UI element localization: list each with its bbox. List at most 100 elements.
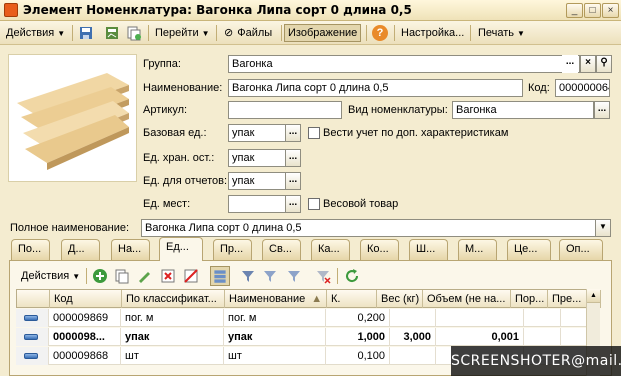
kind-label: Вид номенклатуры:	[348, 104, 448, 116]
column-header-weight[interactable]: Вес (кг)	[377, 290, 423, 308]
tab-6[interactable]: Св...	[262, 239, 301, 260]
copy-icon[interactable]	[126, 25, 142, 41]
tab-2[interactable]: Д...	[61, 239, 100, 260]
kind-select-button[interactable]: ...	[594, 101, 610, 119]
group-label: Группа:	[143, 58, 181, 70]
toolbar: Действия ▼ Перейти ▼ ⊘ Файлы Изображение ? …	[0, 21, 621, 45]
copy-row-icon[interactable]	[114, 268, 130, 284]
cell-order	[524, 328, 561, 346]
tab-units-active[interactable]: Ед...	[159, 237, 203, 261]
cell-name: пог. м	[224, 309, 326, 327]
report-unit-field[interactable]: упак	[228, 172, 286, 190]
column-header-name[interactable]: Наименование ▲	[225, 290, 327, 308]
tab-1[interactable]: По...	[11, 239, 50, 260]
places-unit-field[interactable]	[228, 195, 286, 213]
edit-icon[interactable]	[136, 268, 152, 284]
refresh-icon[interactable]	[344, 268, 360, 284]
settings-button[interactable]: Настройка...	[401, 24, 464, 42]
tab-8[interactable]: Ко...	[360, 239, 399, 260]
hierarchy-toggle-icon[interactable]	[210, 266, 230, 286]
base-unit-field[interactable]: упак	[228, 124, 286, 142]
save-icon[interactable]	[78, 25, 94, 41]
cell-classifier: пог. м	[121, 309, 224, 327]
actions-menu-button[interactable]: Действия ▼	[6, 24, 65, 42]
fullname-dropdown-button[interactable]: ▼	[595, 219, 611, 237]
wood-planks-picture	[9, 55, 136, 181]
icon-column-header[interactable]	[17, 290, 50, 308]
toolbar-separator	[72, 25, 73, 41]
tab-9[interactable]: Ш...	[409, 239, 448, 260]
cell-k: 1,000	[326, 328, 390, 346]
toolbar-separator	[148, 25, 149, 41]
image-toggle-button[interactable]: Изображение	[284, 24, 362, 42]
filter-by-value-icon[interactable]	[262, 268, 278, 284]
report-unit-label: Ед. для отчетов:	[143, 175, 228, 187]
filter-icon[interactable]	[240, 268, 256, 284]
group-field[interactable]: Вагонка	[228, 55, 580, 73]
cell-code: 0000098...	[49, 328, 121, 346]
column-header-order[interactable]: Пор...	[511, 290, 548, 308]
panel-toolbar-separator	[86, 268, 87, 284]
cell-name: упак	[224, 328, 326, 346]
row-icon-cell	[16, 328, 49, 346]
mark-delete-icon[interactable]	[183, 268, 199, 284]
cell-k: 0,100	[326, 347, 390, 365]
storage-unit-select-button[interactable]: ...	[285, 149, 301, 167]
code-field[interactable]: 000000064	[555, 79, 610, 97]
column-header-k[interactable]: К.	[327, 290, 377, 308]
minimize-button[interactable]: _	[566, 3, 583, 18]
files-button[interactable]: ⊘ Файлы	[224, 24, 272, 42]
extra-chars-checkbox[interactable]	[308, 127, 320, 139]
tab-3[interactable]: На...	[111, 239, 150, 260]
cell-code: 000009869	[49, 309, 121, 327]
print-menu-button[interactable]: Печать ▼	[478, 24, 525, 42]
table-row[interactable]: 0000098... упак упак 1,000 3,000 0,001	[16, 328, 600, 346]
code-label: Код:	[528, 82, 550, 94]
maximize-button[interactable]: □	[584, 3, 601, 18]
column-header-code[interactable]: Код	[50, 290, 122, 308]
report-unit-select-button[interactable]: ...	[285, 172, 301, 190]
weight-checkbox[interactable]	[308, 198, 320, 210]
panel-actions-menu-button[interactable]: Действия ▼	[21, 267, 80, 285]
storage-unit-field[interactable]: упак	[228, 149, 286, 167]
group-select-button[interactable]: ...	[562, 55, 578, 73]
weight-label: Весовой товар	[323, 198, 399, 210]
goto-menu-button[interactable]: Перейти ▼	[155, 24, 210, 42]
column-header-classifier[interactable]: По классификат...	[122, 290, 225, 308]
group-search-button[interactable]: ⚲	[596, 55, 612, 73]
filter-history-icon[interactable]	[286, 268, 302, 284]
cell-code: 000009868	[49, 347, 121, 365]
scroll-up-icon[interactable]: ▲	[587, 289, 600, 303]
tab-5[interactable]: Пр...	[213, 239, 252, 260]
tab-11[interactable]: Це...	[507, 239, 551, 260]
column-header-volume[interactable]: Объем (не на...	[423, 290, 511, 308]
cell-name: шт	[224, 347, 326, 365]
row-icon-cell	[16, 347, 49, 365]
fullname-field[interactable]: Вагонка Липа сорт 0 длина 0,5	[141, 219, 596, 237]
article-field[interactable]	[228, 101, 342, 119]
group-clear-button[interactable]: ×	[580, 55, 596, 73]
places-unit-select-button[interactable]: ...	[285, 195, 301, 213]
product-image[interactable]	[8, 54, 137, 182]
help-icon[interactable]: ?	[372, 25, 388, 41]
table-header: Код По классификат... Наименование ▲ К. В…	[16, 289, 601, 308]
add-icon[interactable]	[92, 268, 108, 284]
name-field[interactable]: Вагонка Липа сорт 0 длина 0,5	[228, 79, 523, 97]
toolbar-separator	[366, 25, 367, 41]
places-unit-label: Ед. мест:	[143, 198, 191, 210]
base-unit-select-button[interactable]: ...	[285, 124, 301, 142]
save-and-close-icon[interactable]	[104, 25, 120, 41]
cell-k: 0,200	[326, 309, 390, 327]
app-icon	[4, 3, 18, 17]
article-label: Артикул:	[143, 104, 188, 116]
watermark: SCREENSHOTER@mail.ru	[451, 346, 621, 376]
tab-12[interactable]: Оп...	[559, 239, 603, 260]
table-row[interactable]: 000009869 пог. м пог. м 0,200	[16, 309, 600, 327]
clear-filter-icon[interactable]	[315, 268, 331, 284]
kind-field[interactable]: Вагонка	[452, 101, 594, 119]
tab-7[interactable]: Ка...	[311, 239, 350, 260]
delete-icon[interactable]	[160, 268, 176, 284]
close-button[interactable]: ×	[602, 3, 619, 18]
tab-10[interactable]: М...	[458, 239, 497, 260]
cell-volume	[436, 309, 524, 327]
